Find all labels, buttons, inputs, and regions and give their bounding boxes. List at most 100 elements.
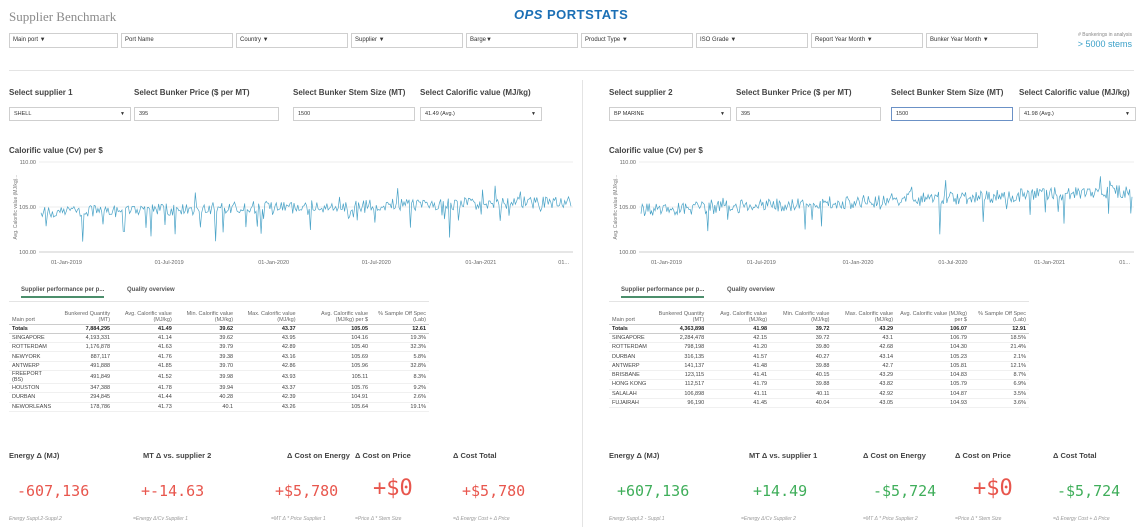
table-cell: 3.5% [970,389,1029,399]
filter-7[interactable]: Report Year Month ▼ [811,33,923,48]
table-row[interactable]: HONG KONG 112,517 41.79 39.88 43.82 105.79 6.9… [609,379,1029,390]
tab-quality-overview[interactable]: Quality overview [127,287,175,293]
column-header[interactable]: % Sample Off Spec (Lab) [970,303,1029,324]
filter-6[interactable]: ISO Grade ▼ [696,33,808,48]
select-supplier-1-label: Select supplier 1 [9,88,73,97]
totals-cell: 39.72 [770,323,833,334]
kpi-formula: =MT Δ * Price Supplier 2 [863,516,918,522]
bunker-price-input[interactable]: 395 [736,107,881,121]
column-header[interactable]: Avg. Calorific value (MJ/kg) per $ [299,303,371,324]
kpi-row: Energy Δ (MJ) -607,136 Energy Suppl.2-Supp… [9,448,575,527]
y-tick-label: 105.00 [19,205,36,211]
kpi-value: +$5,780 [275,482,339,500]
table-row[interactable]: FREEPORT (BS) 491,849 41.52 39.98 43.93 105.1… [9,370,429,384]
tab-supplier-performance[interactable]: Supplier performance per p... [21,287,105,298]
calorific-value-chart[interactable]: 110.00 105.00 100.00 Avg. Calorific value (… [9,158,575,270]
supplier-performance-table: Supplier performance per p... Quality ov… [609,280,1029,464]
filter-3[interactable]: Supplier ▼ [351,33,463,48]
y-axis-label: Avg. Calorific value (MJ/kg)... [613,175,619,240]
table-cell: 41.11 [707,389,771,399]
table-cell: 105.69 [298,351,372,362]
column-header[interactable]: Avg. Calorific value (MJ/kg) per $ [896,303,970,324]
kpi-title: Δ Cost Total [1053,451,1097,460]
stem-size-input[interactable]: 1500 [293,107,415,121]
table-cell: 106,898 [649,389,708,399]
column-header[interactable]: Min. Calorific value (MJ/kg) [770,303,832,324]
calorific-value-chart[interactable]: 110.00 105.00 100.00 Avg. Calorific value (… [609,158,1136,270]
stem-size-label: Select Bunker Stem Size (MT) [891,88,1004,97]
table-row[interactable]: FUJAIRAH 96,190 41.45 40.04 43.05 104.93 3.6% [609,398,1029,409]
column-header[interactable]: Avg. Calorific value (MJ/kg) [707,303,770,324]
column-header[interactable]: Main port [9,303,57,324]
table-row[interactable]: ROTTERDAM 798,198 41.20 39.80 42.68 104.30 21.… [609,342,1029,353]
table-cell: 4,193,331 [56,333,114,344]
table-row[interactable]: NEWORLEANS 178,786 41.73 40.1 43.26 105.64 19.… [9,402,429,412]
kpi-card: Δ Cost Total -$5,724 =Δ Energy Cost + Δ Pr… [1053,448,1136,527]
table-cell: 2.6% [371,392,429,403]
column-header[interactable]: Bunkered Quantity (MT) [650,303,707,324]
table-row[interactable]: ANTWERP 491,888 41.85 39.70 42.86 105.96 32.8% [9,361,429,372]
table-cell: FREEPORT (BS) [9,370,57,384]
totals-cell: 106.07 [896,323,970,334]
table-cell: 42.15 [707,333,771,344]
supplier-1-panel: Select supplier 1 SHELL ▼ Select Bunker P… [9,80,575,527]
table-cell: 19.3% [371,333,429,344]
table-cell: 42.68 [832,342,897,353]
table-cell: NEWYORK [9,351,57,362]
calorific-value-dropdown[interactable]: 41.98 (Avg.) ▼ [1019,107,1136,121]
table-cell: 41.57 [707,351,771,362]
logo-portstats: PORTSTATS [546,7,629,22]
totals-cell: Totals [609,323,650,334]
column-header[interactable]: Bunkered Quantity (MT) [57,303,114,324]
filter-8[interactable]: Bunker Year Month ▼ [926,33,1038,48]
kpi-value: +14.49 [753,482,808,500]
table-row[interactable]: SINGAPORE 4,193,331 41.14 39.62 43.95 104.16 1… [9,333,429,344]
column-header[interactable]: Avg. Calorific value (MJ/kg) [113,303,175,324]
table-row[interactable]: ROTTERDAM 1,176,878 41.63 39.79 42.89 105.40 3… [9,342,429,353]
table-cell: HOUSTON [9,383,57,394]
table-row[interactable]: ANTWERP 141,137 41.48 39.88 42.7 105.81 12.1% [609,361,1029,372]
table-row[interactable]: BRISBANE 123,115 41.41 40.15 43.29 104.83 8.7% [609,370,1029,381]
table-cell: 41.52 [113,370,175,384]
column-header[interactable]: Min. Calorific value (MJ/kg) [175,303,236,324]
table-cell: 43.93 [236,370,299,384]
table-row[interactable]: SALALAH 106,898 41.11 40.11 42.92 104.87 3.5% [609,389,1029,399]
column-header[interactable]: % Sample Off Spec (Lab) [371,303,429,324]
tab-supplier-performance[interactable]: Supplier performance per p... [621,287,705,298]
supplier-1-dropdown[interactable]: SHELL ▼ [9,107,131,121]
divider [9,70,1134,71]
totals-cell: 43.37 [236,323,299,334]
table-cell: 43.29 [832,370,897,381]
kpi-card: Energy Δ (MJ) +607,136 Energy Suppl.2 - Su… [609,448,719,527]
column-header[interactable]: Max. Calorific value (MJ/kg) [236,303,298,324]
stem-size-input[interactable]: 1500 [891,107,1013,121]
table-row[interactable]: NEWYORK 887,117 41.76 39.38 43.16 105.69 5.8% [9,351,429,362]
table-cell: 41.41 [707,370,771,381]
table-cell: 39.79 [174,342,237,353]
table-row[interactable]: HOUSTON 347,388 41.78 39.94 43.37 105.76 9.2% [9,383,429,394]
supplier-2-dropdown[interactable]: BP MARINE ▼ [609,107,731,121]
table-cell: 43.26 [236,402,299,412]
filter-5[interactable]: Product Type ▼ [581,33,693,48]
table-cell: 43.1 [832,333,897,344]
table-cell: 39.72 [770,333,833,344]
performance-table: Main port Bunkered Quantity (MT) Avg. Calo… [9,303,429,412]
filter-1[interactable]: Port Name [121,33,233,48]
table-row[interactable]: DURBAN 294,845 41.44 40.28 42.39 104.91 2.6% [9,392,429,403]
performance-table: Main port Bunkered Quantity (MT) Avg. Calo… [609,303,1029,409]
table-row[interactable]: DURBAN 316,135 41.57 40.27 43.14 105.23 2.1% [609,351,1029,362]
table-cell: SINGAPORE [9,333,57,344]
table-cell: 2,284,478 [649,333,708,344]
column-header[interactable]: Max. Calorific value (MJ/kg) [832,303,896,324]
table-row[interactable]: SINGAPORE 2,284,478 42.15 39.72 43.1 106.79 18… [609,333,1029,344]
x-tick-label: 01-Jul-2019 [747,260,776,266]
column-header[interactable]: Main port [609,303,650,324]
filter-0[interactable]: Main port ▼ [9,33,118,48]
tab-quality-overview[interactable]: Quality overview [727,287,775,293]
filter-2[interactable]: Country ▼ [236,33,348,48]
bunker-price-input[interactable]: 395 [134,107,279,121]
calorific-value-dropdown[interactable]: 41.49 (Avg.) ▼ [420,107,542,121]
chevron-down-icon: ▼ [120,111,125,117]
filter-4[interactable]: Barge▼ [466,33,578,48]
x-tick-label: 01-Jan-2021 [465,260,496,266]
